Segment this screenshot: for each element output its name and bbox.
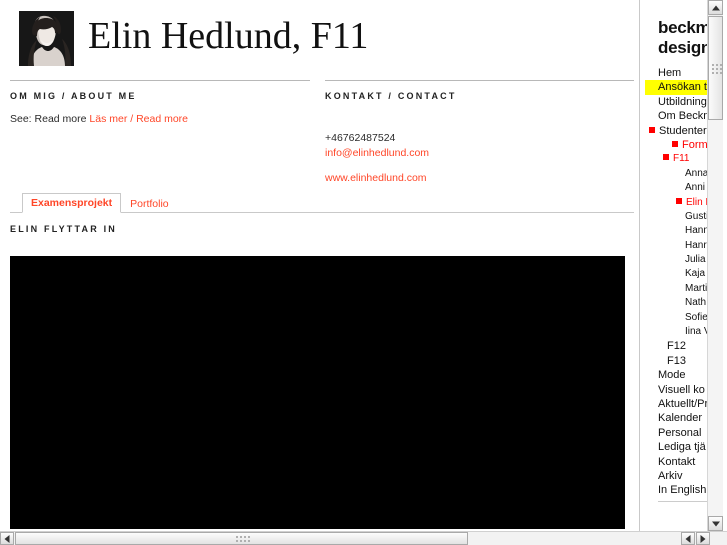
sidebar-item-label: F11 xyxy=(673,153,690,165)
sidebar-item-label: Sofie xyxy=(685,311,708,323)
sidebar-item-label: Mode xyxy=(658,369,686,382)
read-more-link[interactable]: Läs mer / Read more xyxy=(89,113,188,125)
about-column: OM MIG / ABOUT ME See: Read more Läs mer… xyxy=(10,80,310,126)
sidebar-item-label: Form xyxy=(682,138,708,151)
sidebar-item-label: Hanr xyxy=(685,239,707,251)
sidebar-item-label: Studenter xyxy=(659,124,707,137)
scroll-up-arrow-icon xyxy=(711,5,720,10)
scroll-down-button[interactable] xyxy=(708,516,723,531)
expand-bullet-icon xyxy=(676,197,682,204)
video-player[interactable] xyxy=(10,256,625,529)
sidebar-item-label: F13 xyxy=(667,354,686,367)
main-content: Elin Hedlund, F11 OM MIG / ABOUT ME See:… xyxy=(0,0,640,531)
sidebar-item-label: Kalender xyxy=(658,412,703,425)
about-divider xyxy=(10,80,310,81)
site-header: Elin Hedlund, F11 xyxy=(10,8,630,70)
contact-spacer xyxy=(325,161,634,171)
scroll-right-button[interactable] xyxy=(696,532,710,545)
logo-line-2: design xyxy=(658,38,711,57)
sidebar-item-label: F12 xyxy=(667,340,686,353)
page-title: Elin Hedlund, F11 xyxy=(88,15,369,57)
email-link[interactable]: info@elinhedlund.com xyxy=(325,146,634,161)
scroll-left-button[interactable] xyxy=(0,532,14,545)
scroll-up-button[interactable] xyxy=(708,0,723,15)
sidebar-item-label: Anni xyxy=(685,182,706,194)
horizontal-scrollbar[interactable] xyxy=(0,531,727,545)
sidebar-item-label: Julia xyxy=(685,254,706,266)
contact-column: KONTAKT / CONTACT +46762487524 info@elin… xyxy=(325,80,634,186)
contact-details: +46762487524 info@elinhedlund.com www.el… xyxy=(325,131,634,186)
website-link[interactable]: www.elinhedlund.com xyxy=(325,171,634,186)
sidebar-vertical-scrollbar[interactable] xyxy=(707,0,723,531)
scrollbar-track-vertical[interactable] xyxy=(708,120,723,516)
scroll-left-button-2[interactable] xyxy=(681,532,695,545)
phone-number: +46762487524 xyxy=(325,132,396,144)
about-text: See: Read more Läs mer / Read more xyxy=(10,112,310,126)
contact-divider xyxy=(325,80,634,81)
tab-portfolio[interactable]: Portfolio xyxy=(121,194,178,213)
page-root: Elin Hedlund, F11 OM MIG / ABOUT ME See:… xyxy=(0,0,727,545)
site-logo[interactable]: beckm design xyxy=(658,18,711,58)
logo-line-1: beckm xyxy=(658,18,711,37)
sidebar-item-label: Nath xyxy=(685,297,707,309)
sidebar-item-label: Hann xyxy=(685,225,709,237)
expand-bullet-icon xyxy=(663,154,669,161)
expand-bullet-icon xyxy=(649,126,655,133)
sidebar-item-label: Om Beckm xyxy=(658,110,713,123)
sidebar-item-label: In English xyxy=(658,484,707,497)
sidebar-item-label: Kontakt xyxy=(658,455,696,468)
sidebar-item-label: Anna xyxy=(685,167,709,179)
tabs-list: Examensprojekt Portfolio xyxy=(22,193,178,213)
about-text-prefix: See: Read more xyxy=(10,113,90,125)
avatar xyxy=(19,11,74,66)
sidebar-item-label: Arkiv xyxy=(658,469,683,482)
sidebar-item-label: Lediga tjä xyxy=(658,441,706,454)
contact-section-title: KONTAKT / CONTACT xyxy=(325,91,457,101)
project-tabs: Examensprojekt Portfolio xyxy=(10,193,634,213)
sidebar-item-label: Personal xyxy=(658,426,702,439)
scroll-right-arrow-icon xyxy=(700,534,706,543)
horizontal-scroll-buttons xyxy=(681,532,711,545)
content-sidebar-separator xyxy=(639,0,640,531)
sidebar-item-label: Visuell ko xyxy=(658,383,705,396)
scroll-left-arrow-icon-2 xyxy=(685,534,691,543)
scroll-down-arrow-icon xyxy=(711,521,720,526)
scroll-left-arrow-icon xyxy=(4,534,10,543)
project-title: ELIN FLYTTAR IN xyxy=(10,224,117,234)
expand-bullet-icon xyxy=(672,140,678,147)
sidebar-item-label: Hem xyxy=(658,67,682,79)
scrollbar-thumb-horizontal[interactable] xyxy=(15,532,468,545)
sidebar-item-label: Ansökan t xyxy=(658,81,707,94)
sidebar-item-label: Gusti xyxy=(685,210,709,222)
about-section-title: OM MIG / ABOUT ME xyxy=(10,91,137,101)
sidebar-item-label: Aktuellt/Pr xyxy=(658,397,709,410)
scrollbar-thumb-vertical[interactable] xyxy=(708,16,723,120)
sidebar-item-label: Utbildning xyxy=(658,95,707,108)
sidebar-item-label: Kaja xyxy=(685,268,706,280)
tab-examensprojekt[interactable]: Examensprojekt xyxy=(22,193,122,213)
sidebar-item-label: Marti xyxy=(685,282,708,294)
sidebar-nav-end-divider xyxy=(658,500,713,502)
